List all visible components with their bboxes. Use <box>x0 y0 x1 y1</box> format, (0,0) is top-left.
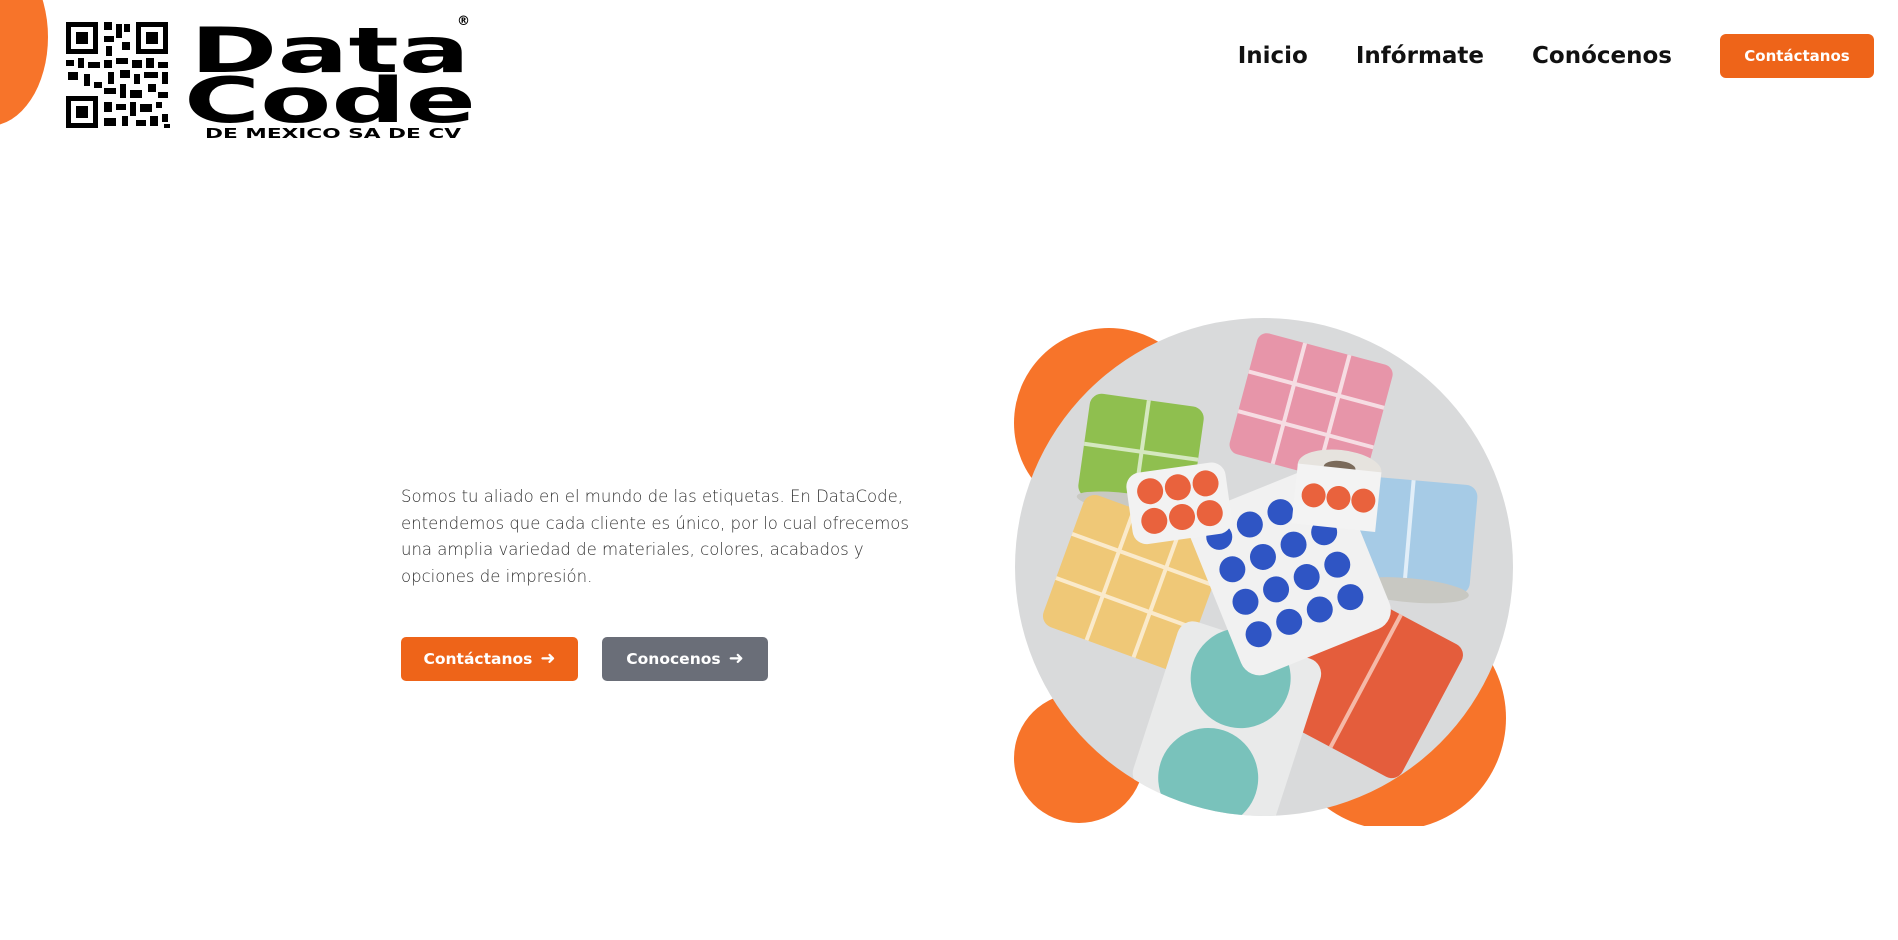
corner-decoration <box>0 0 48 126</box>
nav-inicio[interactable]: Inicio <box>1238 43 1308 69</box>
registered-mark: ® <box>457 14 470 29</box>
main-nav: Inicio Infórmate Conócenos Contáctanos <box>1238 34 1874 78</box>
nav-informate[interactable]: Infórmate <box>1356 43 1484 69</box>
about-button-label: Conocenos <box>626 650 721 668</box>
datacode-logo[interactable]: Data Code DE MEXICO SA DE CV ® <box>64 12 484 140</box>
label-rolls-photo <box>1014 318 1513 830</box>
nav-conocenos[interactable]: Conócenos <box>1532 43 1672 69</box>
landing-page: Data Code DE MEXICO SA DE CV ® Inicio In… <box>0 0 1898 940</box>
nav-contact-button[interactable]: Contáctanos <box>1720 34 1874 78</box>
logo-graphic: Data Code DE MEXICO SA DE CV ® <box>66 14 476 140</box>
hero-buttons: Contáctanos ➜ Conocenos ➜ <box>401 637 768 681</box>
hero-description: Somos tu aliado en el mundo de las etiqu… <box>401 487 909 586</box>
qr-code-icon <box>66 22 170 128</box>
arrow-right-icon: ➜ <box>728 648 744 669</box>
logo-tagline: DE MEXICO SA DE CV <box>205 127 461 140</box>
contact-button-label: Contáctanos <box>423 650 533 668</box>
hero-image <box>1014 318 1514 830</box>
about-button[interactable]: Conocenos ➜ <box>602 637 768 681</box>
contact-button[interactable]: Contáctanos ➜ <box>401 637 578 681</box>
arrow-right-icon: ➜ <box>540 648 556 669</box>
